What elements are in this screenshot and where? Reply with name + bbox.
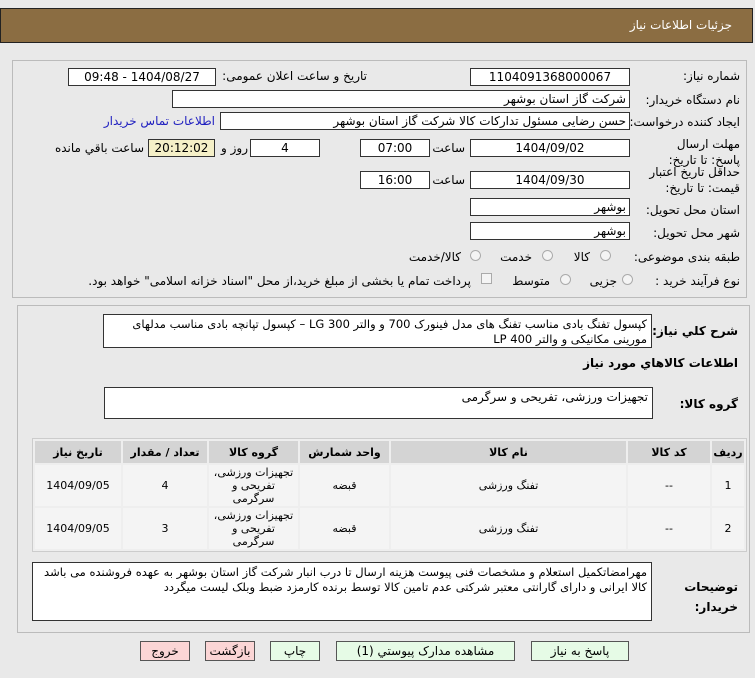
days-label: روز و [221, 141, 248, 155]
col-header: تاریخ نیاز [35, 441, 121, 463]
remaining-label: ساعت باقي مانده [54, 141, 144, 155]
group-textarea[interactable]: تجهیزات ورزشی، تفریحی و سرگرمی [104, 387, 653, 419]
need-number-label: شماره نیاز: [683, 69, 740, 83]
cell: تفنگ ورزشی [391, 508, 626, 549]
validity-date-field: 1404/09/30 [470, 171, 630, 189]
process-radio-medium[interactable] [560, 274, 571, 285]
province-label: استان محل تحویل: [645, 203, 740, 217]
col-header: کد کالا [628, 441, 710, 463]
cell: 1404/09/05 [35, 508, 121, 549]
cell: 4 [123, 465, 207, 506]
category-option-label: کالا [573, 250, 590, 264]
goods-info-title: اطلاعات کالاهاي مورد نياز [583, 356, 738, 370]
validity-time-field: 16:00 [360, 171, 430, 189]
creator-label: ایجاد کننده درخواست: [629, 115, 740, 129]
process-option-label: جزیی [589, 274, 617, 288]
deadline-date-field: 1404/09/02 [470, 139, 630, 157]
creator-field: حسن رضایی مسئول تدارکات کالا شرکت گاز اس… [220, 112, 630, 130]
payment-note: پرداخت تمام یا بخشی از مبلغ خرید،از محل … [88, 274, 471, 288]
print-button[interactable]: چاپ [270, 641, 320, 661]
col-header: واحد شمارش [300, 441, 389, 463]
back-button[interactable]: بازگشت [205, 641, 255, 661]
col-header: ردیف [712, 441, 744, 463]
cell: 1404/09/05 [35, 465, 121, 506]
page-header: جزئیات اطلاعات نیاز [0, 8, 753, 43]
process-label: نوع فرآیند خرید : [655, 274, 740, 288]
page-title: جزئیات اطلاعات نیاز [629, 18, 732, 32]
announce-label: تاریخ و ساعت اعلان عمومی: [222, 69, 367, 83]
cell: قبضه [300, 465, 389, 506]
summary-label: شرح کلي نياز: [652, 324, 738, 338]
notes-label: توضیحات خریدار: [684, 580, 738, 614]
cell: 2 [712, 508, 744, 549]
province-field: بوشهر [470, 198, 630, 216]
cell: 3 [123, 508, 207, 549]
buyer-field: شرکت گاز استان بوشهر [172, 90, 630, 108]
reply-button[interactable]: پاسخ به نیاز [531, 641, 629, 661]
cell: تجهیزات ورزشی، تفریحی و سرگرمی [209, 508, 298, 549]
goods-table: ردیف کد کالا نام کالا واحد شمارش گروه کا… [32, 438, 747, 552]
days-field: 4 [250, 139, 320, 157]
category-option-label: خدمت [500, 250, 532, 264]
buyer-label: نام دستگاه خریدار: [645, 93, 741, 107]
time-label: ساعت [432, 141, 465, 155]
group-label: گروه کالا: [679, 397, 738, 411]
city-field: بوشهر [470, 222, 630, 240]
validity-label: حداقل تاریخ اعتبار قیمت: تا تاریخ: [649, 165, 740, 195]
summary-textarea[interactable]: کپسول تفنگ بادی مناسب تفنگ های مدل فینور… [103, 314, 652, 348]
city-label: شهر محل تحویل: [653, 226, 740, 240]
remaining-time-field: 20:12:02 [148, 139, 215, 157]
need-number-field: 1104091368000067 [470, 68, 630, 86]
category-option-label: کالا/خدمت [408, 250, 461, 264]
table-row: 1 -- تفنگ ورزشی قبضه تجهیزات ورزشی، تفری… [35, 465, 744, 506]
cell: -- [628, 465, 710, 506]
process-option-label: متوسط [512, 274, 550, 288]
process-radio-minor[interactable] [622, 274, 633, 285]
category-label: طبقه بندی موضوعی: [633, 250, 740, 264]
category-radio-service[interactable] [542, 250, 553, 261]
col-header: نام کالا [391, 441, 626, 463]
cell: 1 [712, 465, 744, 506]
category-radio-goods[interactable] [600, 250, 611, 261]
table-row: 2 -- تفنگ ورزشی قبضه تجهیزات ورزشی، تفری… [35, 508, 744, 549]
notes-textarea[interactable]: مهرامضاتکمیل استعلام و مشخصات فنی پیوست … [32, 562, 652, 621]
cell: تفنگ ورزشی [391, 465, 626, 506]
category-radio-both[interactable] [470, 250, 481, 261]
exit-button[interactable]: خروج [140, 641, 190, 661]
cell: تجهیزات ورزشی، تفریحی و سرگرمی [209, 465, 298, 506]
announce-field: 1404/08/27 - 09:48 [68, 68, 216, 86]
treasury-payment-checkbox[interactable] [481, 273, 492, 284]
deadline-time-field: 07:00 [360, 139, 430, 157]
view-attachments-button[interactable]: مشاهده مدارک پیوستي (1) [336, 641, 515, 661]
cell: -- [628, 508, 710, 549]
contact-buyer-link[interactable]: اطلاعات تماس خریدار [104, 114, 215, 128]
col-header: گروه کالا [209, 441, 298, 463]
cell: قبضه [300, 508, 389, 549]
time-label: ساعت [432, 173, 465, 187]
col-header: تعداد / مقدار [123, 441, 207, 463]
